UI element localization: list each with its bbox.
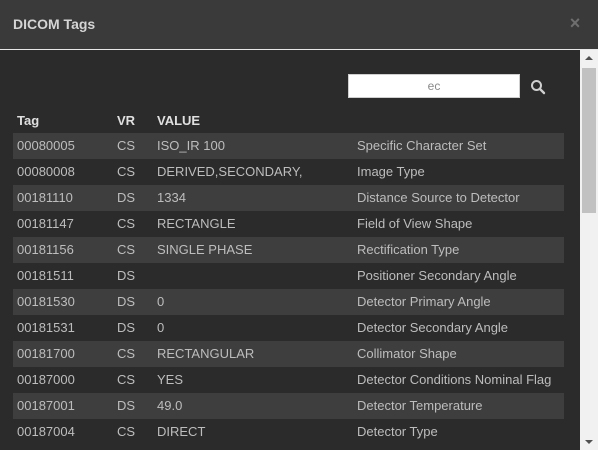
scrollbar-thumb[interactable] <box>582 68 596 213</box>
cell-value: 0 <box>157 320 165 335</box>
cell-value: DIRECT <box>157 424 206 439</box>
cell-value: RECTANGULAR <box>157 346 255 361</box>
cell-description: Detector Secondary Angle <box>357 320 509 335</box>
cell-tag: 00181110 <box>17 190 73 205</box>
table-row[interactable]: 00181156 CS SINGLE PHASE Rectification Type <box>13 237 564 263</box>
table-row[interactable]: 00181147 CS RECTANGLE Field of View Shape <box>13 211 564 237</box>
cell-tag: 00187004 <box>17 424 75 439</box>
cell-tag: 00181531 <box>17 320 75 335</box>
column-header-vr: VR <box>117 113 136 128</box>
table-row[interactable]: 00187000 CS YES Detector Conditions Nominal… <box>13 367 564 393</box>
table-row[interactable]: 00080005 CS ISO_IR 100 Specific Character S… <box>13 133 564 159</box>
cell-description: Rectification Type <box>357 242 460 257</box>
column-header-tag: Tag <box>17 113 40 128</box>
cell-tag: 00080005 <box>17 138 75 153</box>
cell-tag: 00187000 <box>17 372 75 387</box>
cell-description: Collimator Shape <box>357 346 457 361</box>
cell-vr: CS <box>117 164 136 179</box>
cell-vr: CS <box>117 424 136 439</box>
cell-description: Image Type <box>357 164 425 179</box>
cell-tag: 00181147 <box>17 216 74 231</box>
cell-tag: 00181156 <box>17 242 74 257</box>
table-header: Tag VR VALUE <box>13 110 564 133</box>
cell-description: Specific Character Set <box>357 138 487 153</box>
cell-value: ISO_IR 100 <box>157 138 225 153</box>
cell-description: Detector Primary Angle <box>357 294 491 309</box>
dialog-title: DICOM Tags <box>13 16 96 32</box>
cell-description: Detector Conditions Nominal Flag <box>357 372 552 387</box>
cell-description: Detector Type <box>357 424 438 439</box>
cell-value: 49.0 <box>157 398 183 413</box>
cell-value: RECTANGLE <box>157 216 236 231</box>
dicom-tags-dialog: DICOM Tags × Tag VR VALUE 00080005 CS ISO_… <box>0 0 598 450</box>
table-row[interactable]: 00187004 CS DIRECT Detector Type <box>13 419 564 445</box>
cell-tag: 00181700 <box>17 346 75 361</box>
cell-value: SINGLE PHASE <box>157 242 253 257</box>
cell-value: DERIVED,SECONDARY, <box>157 164 303 179</box>
dialog-header: DICOM Tags × <box>0 0 598 50</box>
cell-vr: DS <box>117 398 136 413</box>
cell-description: Distance Source to Detector <box>357 190 520 205</box>
cell-vr: DS <box>117 190 136 205</box>
cell-vr: CS <box>117 216 136 231</box>
scroll-up-arrow-icon[interactable] <box>580 50 598 67</box>
cell-vr: CS <box>117 372 136 387</box>
cell-description: Field of View Shape <box>357 216 473 231</box>
close-icon[interactable]: × <box>567 14 583 32</box>
table-row[interactable]: 00181531 DS 0 Detector Secondary Angle <box>13 315 564 341</box>
cell-value: 1334 <box>157 190 186 205</box>
dialog-body: Tag VR VALUE 00080005 CS ISO_IR 100 Specifi… <box>0 50 598 450</box>
cell-tag: 00181530 <box>17 294 75 309</box>
cell-description: Positioner Secondary Angle <box>357 268 517 283</box>
table-row[interactable]: 00187001 DS 49.0 Detector Temperature <box>13 393 564 419</box>
table-row[interactable]: 00181700 CS RECTANGULAR Collimator Shape <box>13 341 564 367</box>
vertical-scrollbar[interactable] <box>580 50 598 450</box>
cell-vr: DS <box>117 268 136 283</box>
table-row[interactable]: 00181511 DS Positioner Secondary Angle <box>13 263 564 289</box>
cell-vr: CS <box>117 242 136 257</box>
cell-vr: CS <box>117 346 136 361</box>
dicom-tags-table: Tag VR VALUE 00080005 CS ISO_IR 100 Specifi… <box>13 110 564 445</box>
cell-vr: DS <box>117 294 136 309</box>
cell-tag: 00181511 <box>17 268 74 283</box>
search-input[interactable] <box>348 74 520 98</box>
table-row[interactable]: 00181530 DS 0 Detector Primary Angle <box>13 289 564 315</box>
cell-tag: 00080008 <box>17 164 75 179</box>
table-row[interactable]: 00181110 DS 1334 Distance Source to Detecto… <box>13 185 564 211</box>
cell-vr: DS <box>117 320 136 335</box>
table-body: 00080005 CS ISO_IR 100 Specific Character S… <box>13 133 564 445</box>
cell-description: Detector Temperature <box>357 398 483 413</box>
cell-value: 0 <box>157 294 165 309</box>
cell-tag: 00187001 <box>17 398 75 413</box>
scroll-down-arrow-icon[interactable] <box>580 433 598 450</box>
column-header-value: VALUE <box>157 113 201 128</box>
table-row[interactable]: 00080008 CS DERIVED,SECONDARY, Image Type <box>13 159 564 185</box>
search-icon[interactable] <box>530 79 546 95</box>
cell-value: YES <box>157 372 184 387</box>
cell-vr: CS <box>117 138 136 153</box>
